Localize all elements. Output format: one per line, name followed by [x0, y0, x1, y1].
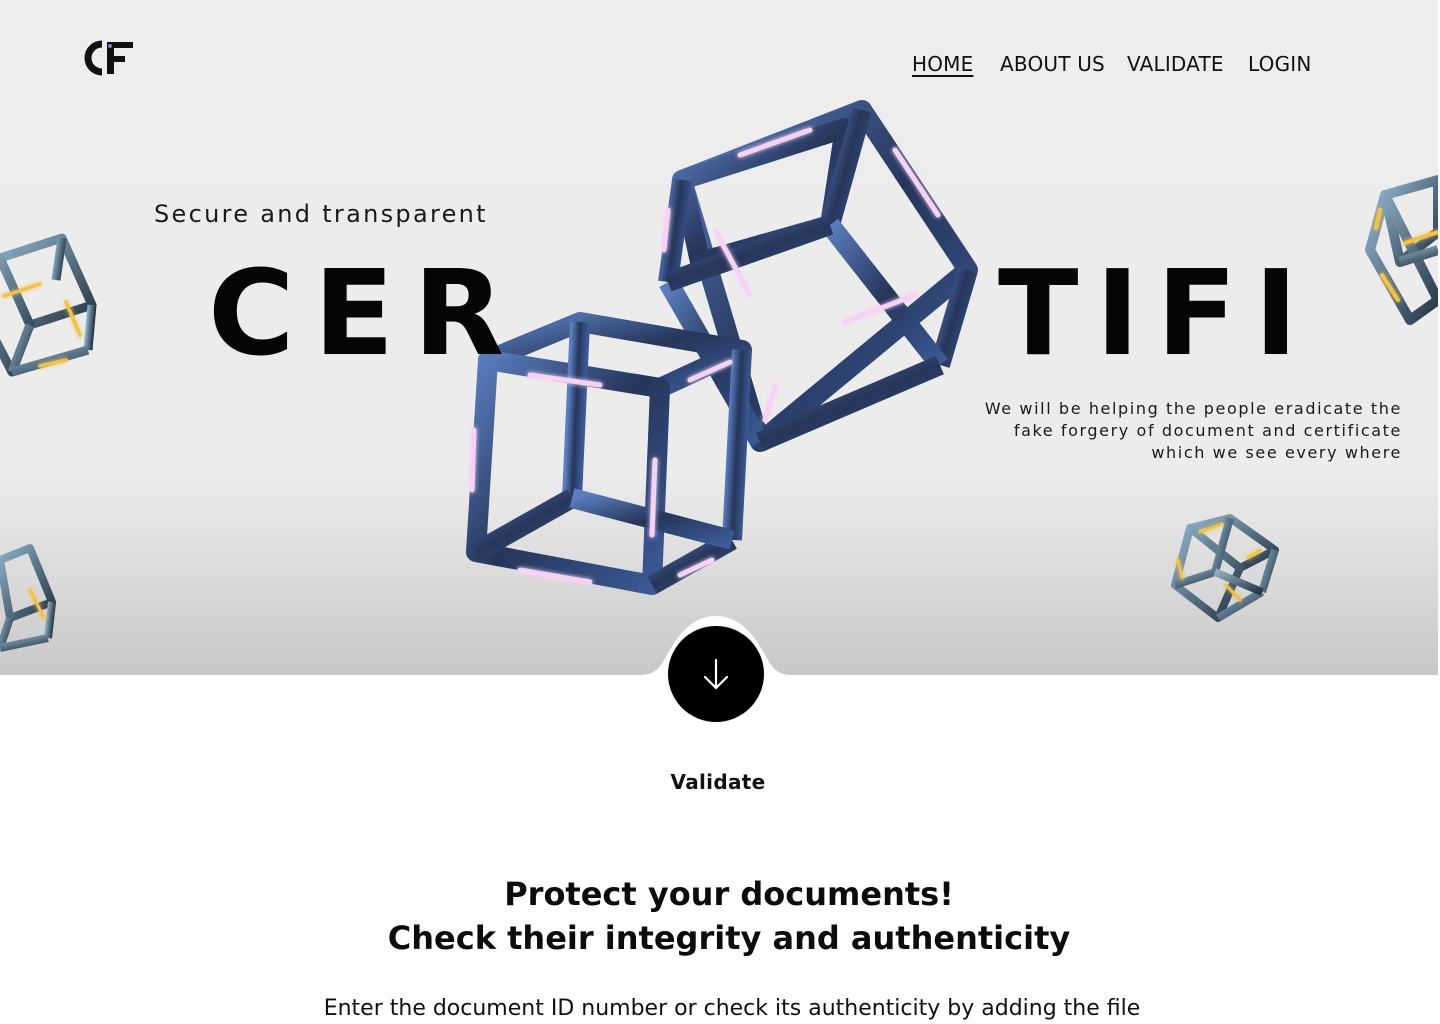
small-cube-bottom-left — [0, 544, 56, 652]
brand-title-left: CER — [208, 244, 524, 382]
validate-section-label: Validate — [670, 770, 766, 794]
brand-title-right: TIFI — [998, 244, 1315, 382]
page: HOME ABOUT US VALIDATE LOGIN Secure and … — [0, 0, 1440, 1024]
small-cube-left — [0, 233, 97, 377]
validate-instruction: Enter the document ID number or check it… — [323, 996, 1141, 1021]
headline-line-2: Check their integrity and authenticity — [387, 919, 1071, 957]
scroll-down-button[interactable] — [668, 626, 764, 722]
large-cube-upper — [658, 100, 978, 452]
small-cube-bottom-right — [1171, 514, 1279, 622]
arrow-down-icon — [703, 658, 729, 690]
headline-line-1: Protect your documents! — [504, 875, 954, 913]
small-cube-right — [1365, 175, 1438, 325]
hero-section: HOME ABOUT US VALIDATE LOGIN Secure and … — [0, 0, 1438, 675]
hero-description: We will be helping the people eradicate … — [984, 399, 1402, 462]
validate-headline: Protect your documents! Check their inte… — [0, 872, 1440, 960]
